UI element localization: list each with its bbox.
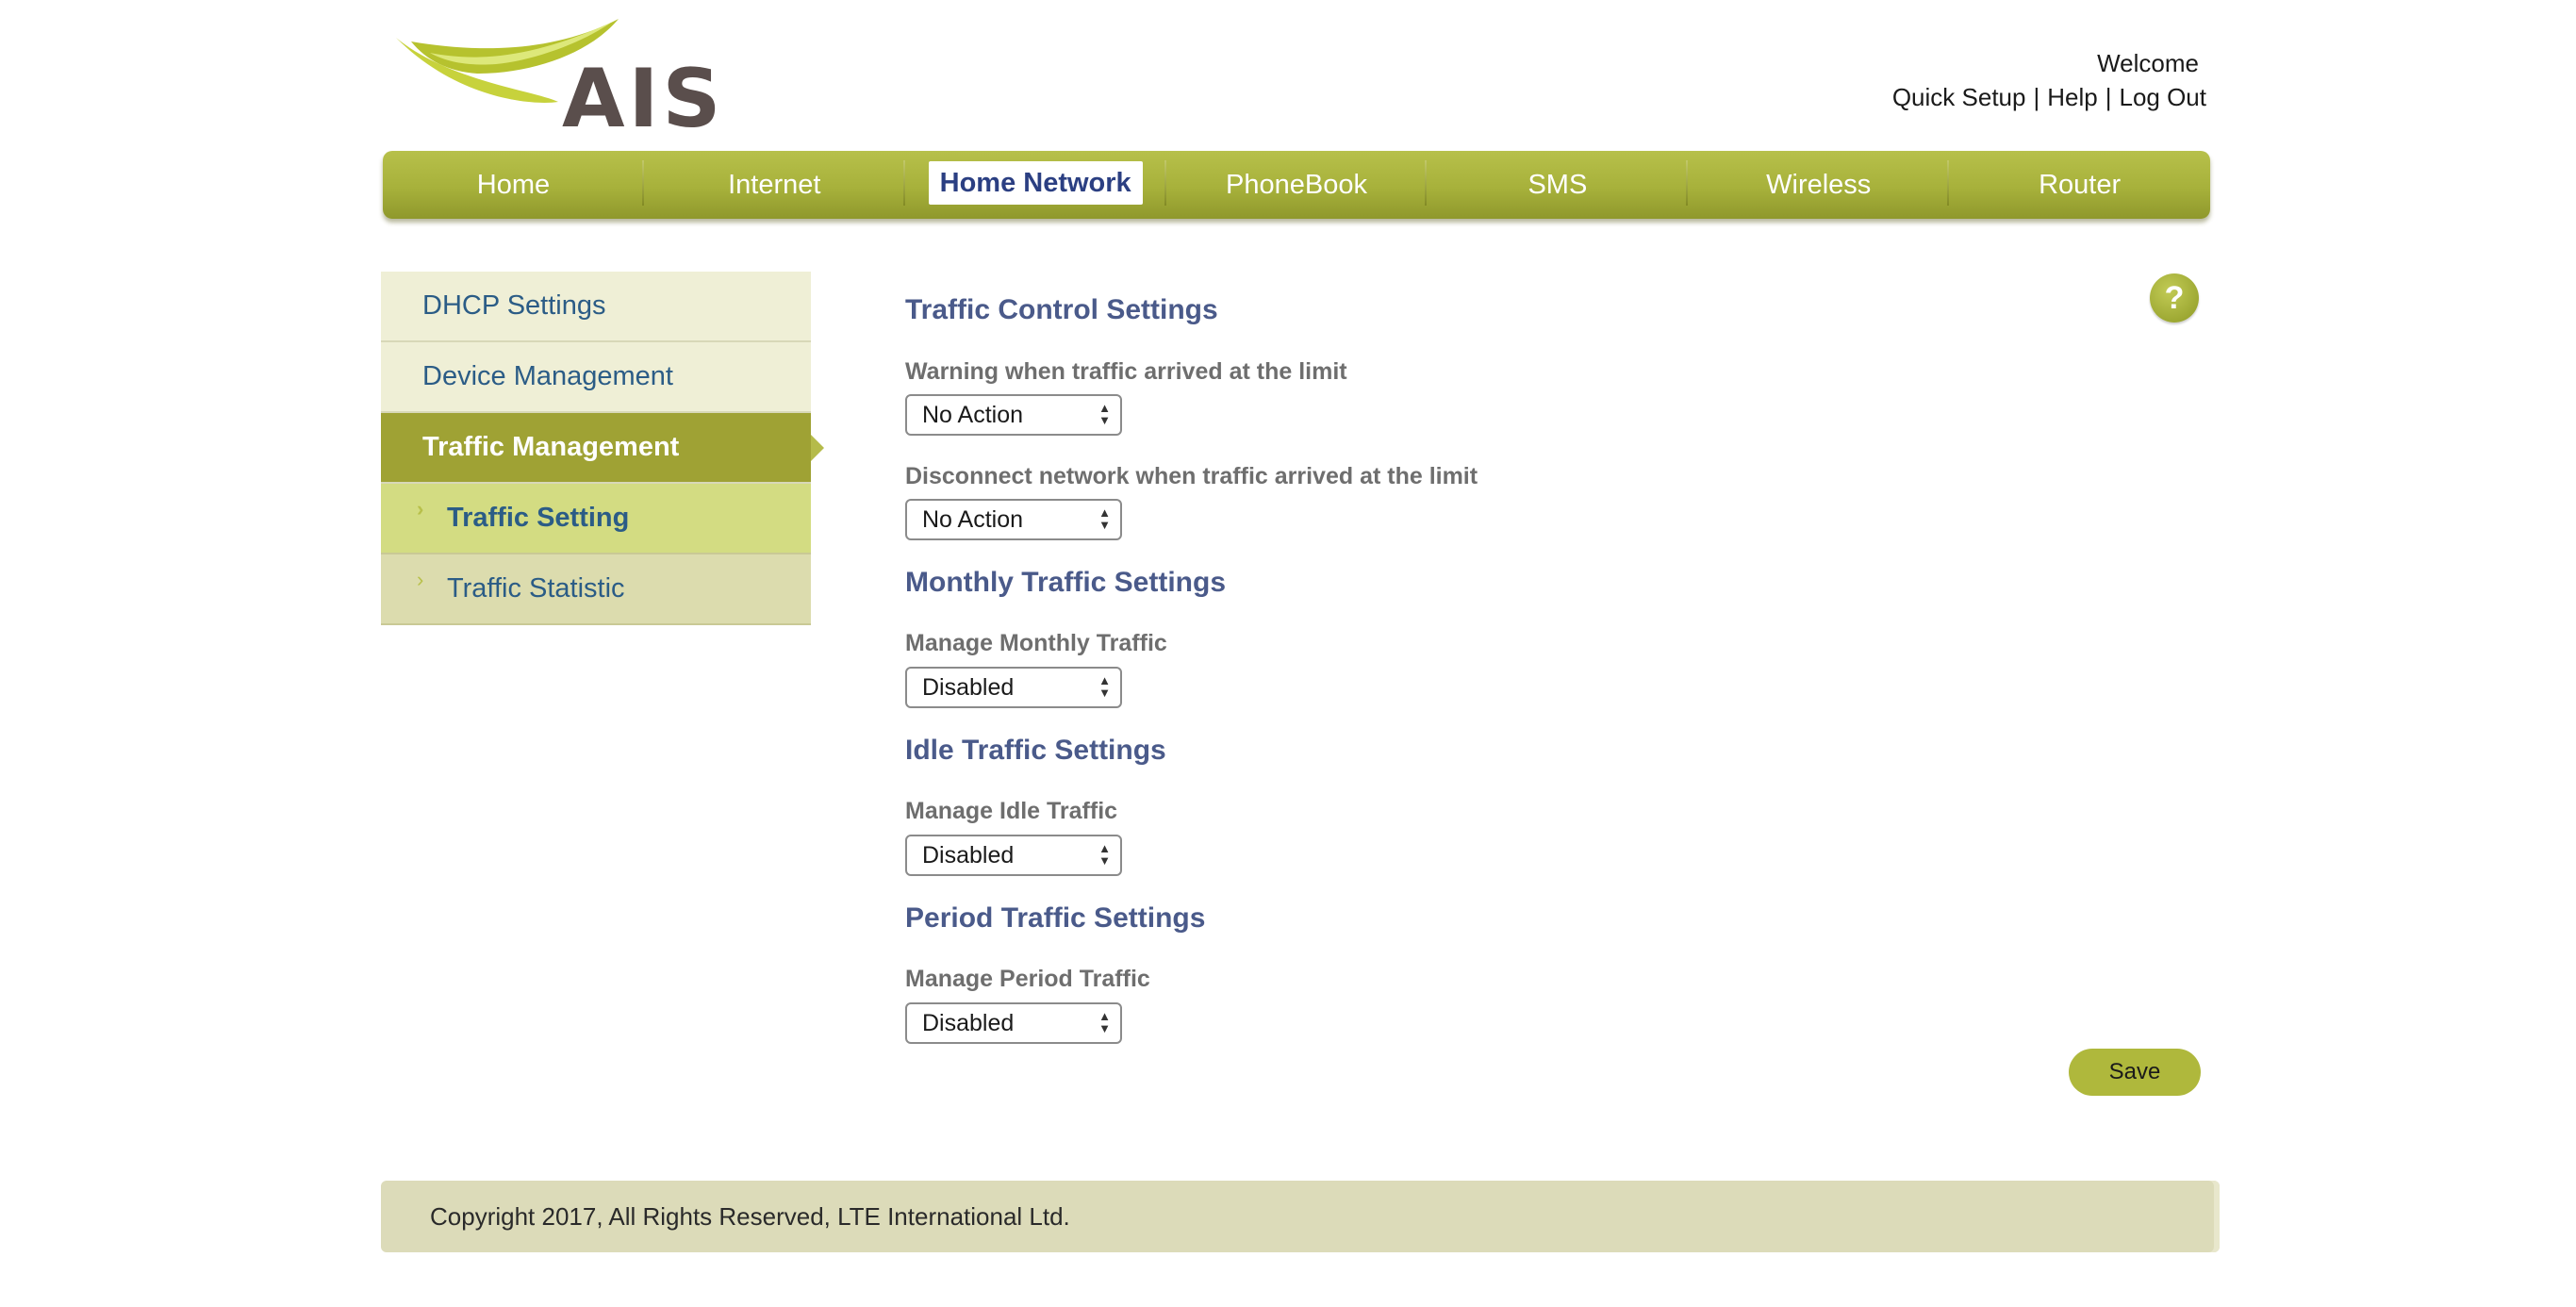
help-icon[interactable]: ? [2150,273,2199,323]
section-title-idle: Idle Traffic Settings [905,735,1166,766]
ais-logo: AIS [392,15,721,140]
page: AIS Welcome Quick Setup | Help | Log Out… [0,0,2576,1307]
monthly-select[interactable]: Disabled ▲ ▼ [905,667,1122,708]
nav-wireless[interactable]: Wireless [1688,151,1950,219]
main-nav: Home Internet Home Network PhoneBook SMS… [383,151,2210,219]
nav-phonebook[interactable]: PhoneBook [1166,151,1428,219]
nav-internet[interactable]: Internet [644,151,905,219]
nav-router[interactable]: Router [1949,151,2210,219]
select-value: Disabled [922,674,1015,701]
welcome-text: Welcome [2097,49,2199,77]
sidebar-item-dhcp-settings[interactable]: DHCP Settings [381,272,811,342]
select-value: Disabled [922,1010,1015,1036]
top-links: Quick Setup | Help | Log Out [1892,83,2206,112]
nav-home-network[interactable]: Home Network [905,151,1166,219]
select-arrows-icon: ▲ ▼ [1098,505,1111,532]
nav-label: Home Network [928,161,1143,206]
chevron-right-icon: › [417,497,424,521]
warning-select[interactable]: No Action ▲ ▼ [905,394,1122,436]
help-link[interactable]: Help [2047,83,2097,112]
link-separator: | [2033,83,2040,111]
section-title-period: Period Traffic Settings [905,902,1206,934]
footer: Copyright 2017, All Rights Reserved, LTE… [381,1181,2220,1252]
sidebar-subitem-traffic-statistic[interactable]: › Traffic Statistic [381,554,811,625]
warning-label: Warning when traffic arrived at the limi… [905,358,1347,385]
sidebar-subitem-traffic-setting[interactable]: › Traffic Setting [381,484,811,554]
chevron-right-icon: › [417,568,424,591]
period-select[interactable]: Disabled ▲ ▼ [905,1002,1122,1044]
log-out-link[interactable]: Log Out [2119,83,2206,112]
nav-label: SMS [1527,170,1588,200]
nav-sms[interactable]: SMS [1427,151,1689,219]
nav-label: Wireless [1766,170,1872,200]
copyright-text: Copyright 2017, All Rights Reserved, LTE… [430,1202,1070,1231]
link-separator: | [2105,83,2112,111]
nav-label: Internet [728,170,821,200]
disconnect-label: Disconnect network when traffic arrived … [905,463,1478,489]
nav-label: PhoneBook [1226,170,1367,200]
monthly-label: Manage Monthly Traffic [905,630,1167,656]
idle-label: Manage Idle Traffic [905,798,1118,824]
select-value: Disabled [922,842,1015,869]
disconnect-select[interactable]: No Action ▲ ▼ [905,499,1122,540]
main-container: AIS Welcome Quick Setup | Help | Log Out… [381,0,2220,1307]
sidebar-item-traffic-management[interactable]: Traffic Management [381,413,824,484]
select-arrows-icon: ▲ ▼ [1098,401,1111,427]
quick-setup-link[interactable]: Quick Setup [1892,83,2026,112]
nav-label: Router [2039,170,2122,200]
sidebar: DHCP Settings Device Management Traffic … [381,272,824,625]
sidebar-subitem-label: Traffic Statistic [447,573,625,604]
section-title-monthly: Monthly Traffic Settings [905,567,1227,598]
nav-home[interactable]: Home [383,151,644,219]
select-arrows-icon: ▲ ▼ [1098,673,1111,700]
sidebar-item-device-management[interactable]: Device Management [381,342,811,413]
select-arrows-icon: ▲ ▼ [1098,1009,1111,1035]
period-label: Manage Period Traffic [905,966,1150,992]
select-value: No Action [922,402,1024,428]
save-button[interactable]: Save [2069,1049,2201,1096]
nav-label: Home [476,170,551,200]
select-arrows-icon: ▲ ▼ [1098,841,1111,868]
idle-select[interactable]: Disabled ▲ ▼ [905,835,1122,876]
section-title-traffic-control: Traffic Control Settings [905,294,1218,325]
select-value: No Action [922,506,1024,533]
logo-text: AIS [562,52,725,146]
sidebar-subitem-label: Traffic Setting [447,503,630,533]
